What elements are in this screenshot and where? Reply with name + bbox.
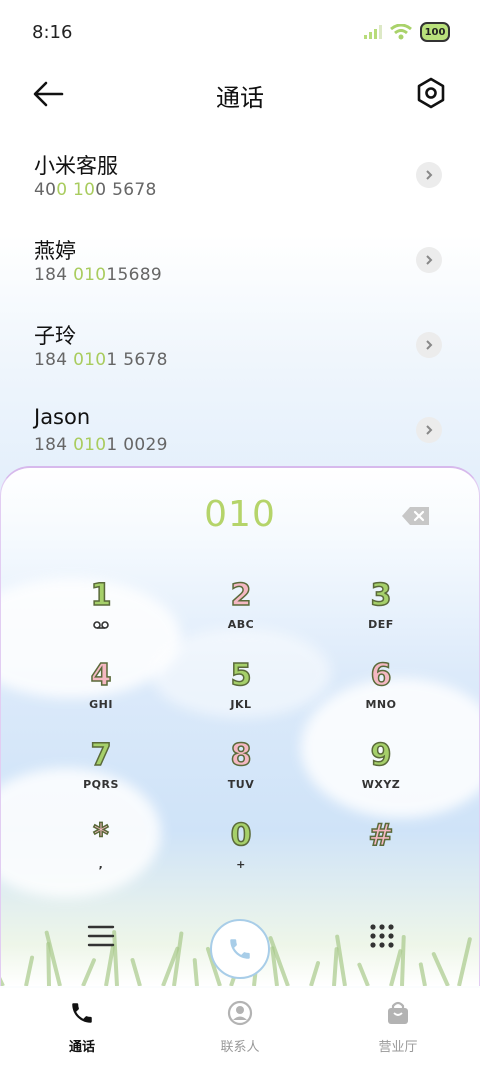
backspace-icon[interactable] — [401, 506, 431, 526]
grass-blade — [431, 951, 450, 986]
dial-key-digit: 9 — [370, 737, 392, 774]
list-item[interactable]: Jason 184 0101 0029 — [0, 387, 480, 472]
dial-key[interactable]: 5 JKL — [181, 657, 301, 728]
contact-detail-button[interactable] — [416, 247, 442, 273]
dial-key-letters: GHI — [89, 698, 113, 711]
dial-key-digit: 1 — [90, 577, 112, 614]
dial-key-digit: # — [368, 817, 395, 854]
grass-blade — [1, 968, 5, 986]
dial-key[interactable]: 8 TUV — [181, 737, 301, 808]
tab-label: 联系人 — [220, 1040, 260, 1055]
contact-name: 小米客服 — [34, 154, 118, 178]
tab-contacts[interactable]: 联系人 — [180, 1000, 300, 1055]
dial-key[interactable]: 4 GHI — [41, 657, 161, 728]
dial-key-letters: TUV — [227, 778, 255, 791]
voicemail-icon — [93, 621, 109, 629]
contact-name: 燕婷 — [34, 239, 76, 263]
contacts-icon — [227, 1000, 253, 1026]
dial-key[interactable]: 9 WXYZ — [321, 737, 441, 808]
dial-key-letters: DEF — [368, 618, 394, 631]
tab-calls[interactable]: 通话 — [22, 1000, 142, 1055]
dial-key-letters: PQRS — [83, 778, 119, 791]
grass-blade — [356, 962, 370, 986]
contact-list: 小米客服 400 100 5678 燕婷 184 01015689 子玲 184… — [0, 132, 480, 472]
dialpad-panel: 010 1 2 ABC 3 DEF 4 GHI 5 JKL 6 MNO 7 PQRS 8 TUV 9 WXYZ *… — [0, 466, 480, 986]
contact-name: Jason — [34, 405, 91, 429]
dial-key[interactable]: # — [321, 817, 441, 888]
page-title: 通话 — [216, 84, 264, 112]
shopping-bag-icon — [388, 1001, 408, 1024]
dial-key-letters: , — [98, 858, 104, 871]
dial-key[interactable]: *, — [41, 817, 161, 888]
wifi-icon — [390, 24, 412, 40]
list-item[interactable]: 子玲 184 0101 5678 — [0, 302, 480, 387]
header: 通话 — [0, 66, 480, 122]
contact-detail-button[interactable] — [416, 162, 442, 188]
grass-blade — [457, 936, 473, 986]
phone-icon — [72, 1003, 92, 1023]
settings-icon[interactable] — [414, 76, 448, 110]
dial-key[interactable]: 1 — [41, 577, 161, 648]
contact-name: 子玲 — [34, 324, 76, 348]
tab-label: 通话 — [68, 1040, 95, 1055]
grass-blade — [400, 934, 406, 986]
signal-icon — [364, 25, 382, 39]
dial-key[interactable]: 0 + — [181, 817, 301, 888]
dial-key-letters: ABC — [227, 618, 255, 631]
tab-label: 营业厅 — [378, 1040, 418, 1055]
dial-key-digit: 8 — [230, 737, 252, 774]
keypad-toggle-icon[interactable] — [369, 923, 395, 949]
phone-icon — [230, 939, 250, 959]
dial-key-digit: 3 — [370, 577, 392, 614]
grass-blade — [81, 957, 97, 986]
dial-key[interactable]: 3 DEF — [321, 577, 441, 648]
chevron-right-icon — [426, 340, 433, 350]
dial-key-digit: 4 — [90, 657, 112, 694]
dial-key-digit: 5 — [230, 657, 252, 694]
list-item[interactable]: 燕婷 184 01015689 — [0, 217, 480, 302]
list-item[interactable]: 小米客服 400 100 5678 — [0, 132, 480, 217]
tab-service-hall[interactable]: 营业厅 — [338, 1000, 458, 1055]
chevron-right-icon — [426, 170, 433, 180]
dial-key[interactable]: 2 ABC — [181, 577, 301, 648]
grass-blade — [192, 957, 199, 986]
status-bar: 8:16 100 — [0, 0, 480, 66]
contact-number: 184 0101 5678 — [34, 350, 168, 370]
bottom-tab-bar: 通话 联系人 营业厅 — [0, 988, 480, 1067]
status-time: 8:16 — [32, 22, 73, 43]
dial-key-letters: WXYZ — [361, 778, 401, 791]
dial-key[interactable]: 6 MNO — [321, 657, 441, 728]
grass-blade — [130, 957, 142, 986]
dial-key-digit: 2 — [230, 577, 252, 614]
grass-blade — [24, 955, 35, 986]
contact-number: 184 01015689 — [34, 265, 163, 285]
grass-blade — [309, 960, 321, 986]
dial-key-digit: * — [92, 817, 109, 854]
contact-number: 184 0101 0029 — [34, 435, 168, 455]
grass-blade — [418, 962, 427, 986]
dial-key-letters: JKL — [230, 698, 252, 711]
contact-detail-button[interactable] — [416, 332, 442, 358]
battery-icon: 100 — [420, 22, 450, 42]
chevron-right-icon — [426, 425, 433, 435]
dial-key-letters: + — [236, 858, 246, 871]
call-button[interactable] — [210, 919, 270, 979]
dial-key-letters: MNO — [365, 698, 397, 711]
menu-icon[interactable] — [87, 923, 115, 949]
chevron-right-icon — [426, 255, 433, 265]
contact-number: 400 100 5678 — [34, 180, 157, 200]
dial-key-digit: 0 — [230, 817, 252, 854]
contact-detail-button[interactable] — [416, 417, 442, 443]
dial-key-digit: 7 — [90, 737, 112, 774]
dial-key[interactable]: 7 PQRS — [41, 737, 161, 808]
dial-key-digit: 6 — [370, 657, 392, 694]
